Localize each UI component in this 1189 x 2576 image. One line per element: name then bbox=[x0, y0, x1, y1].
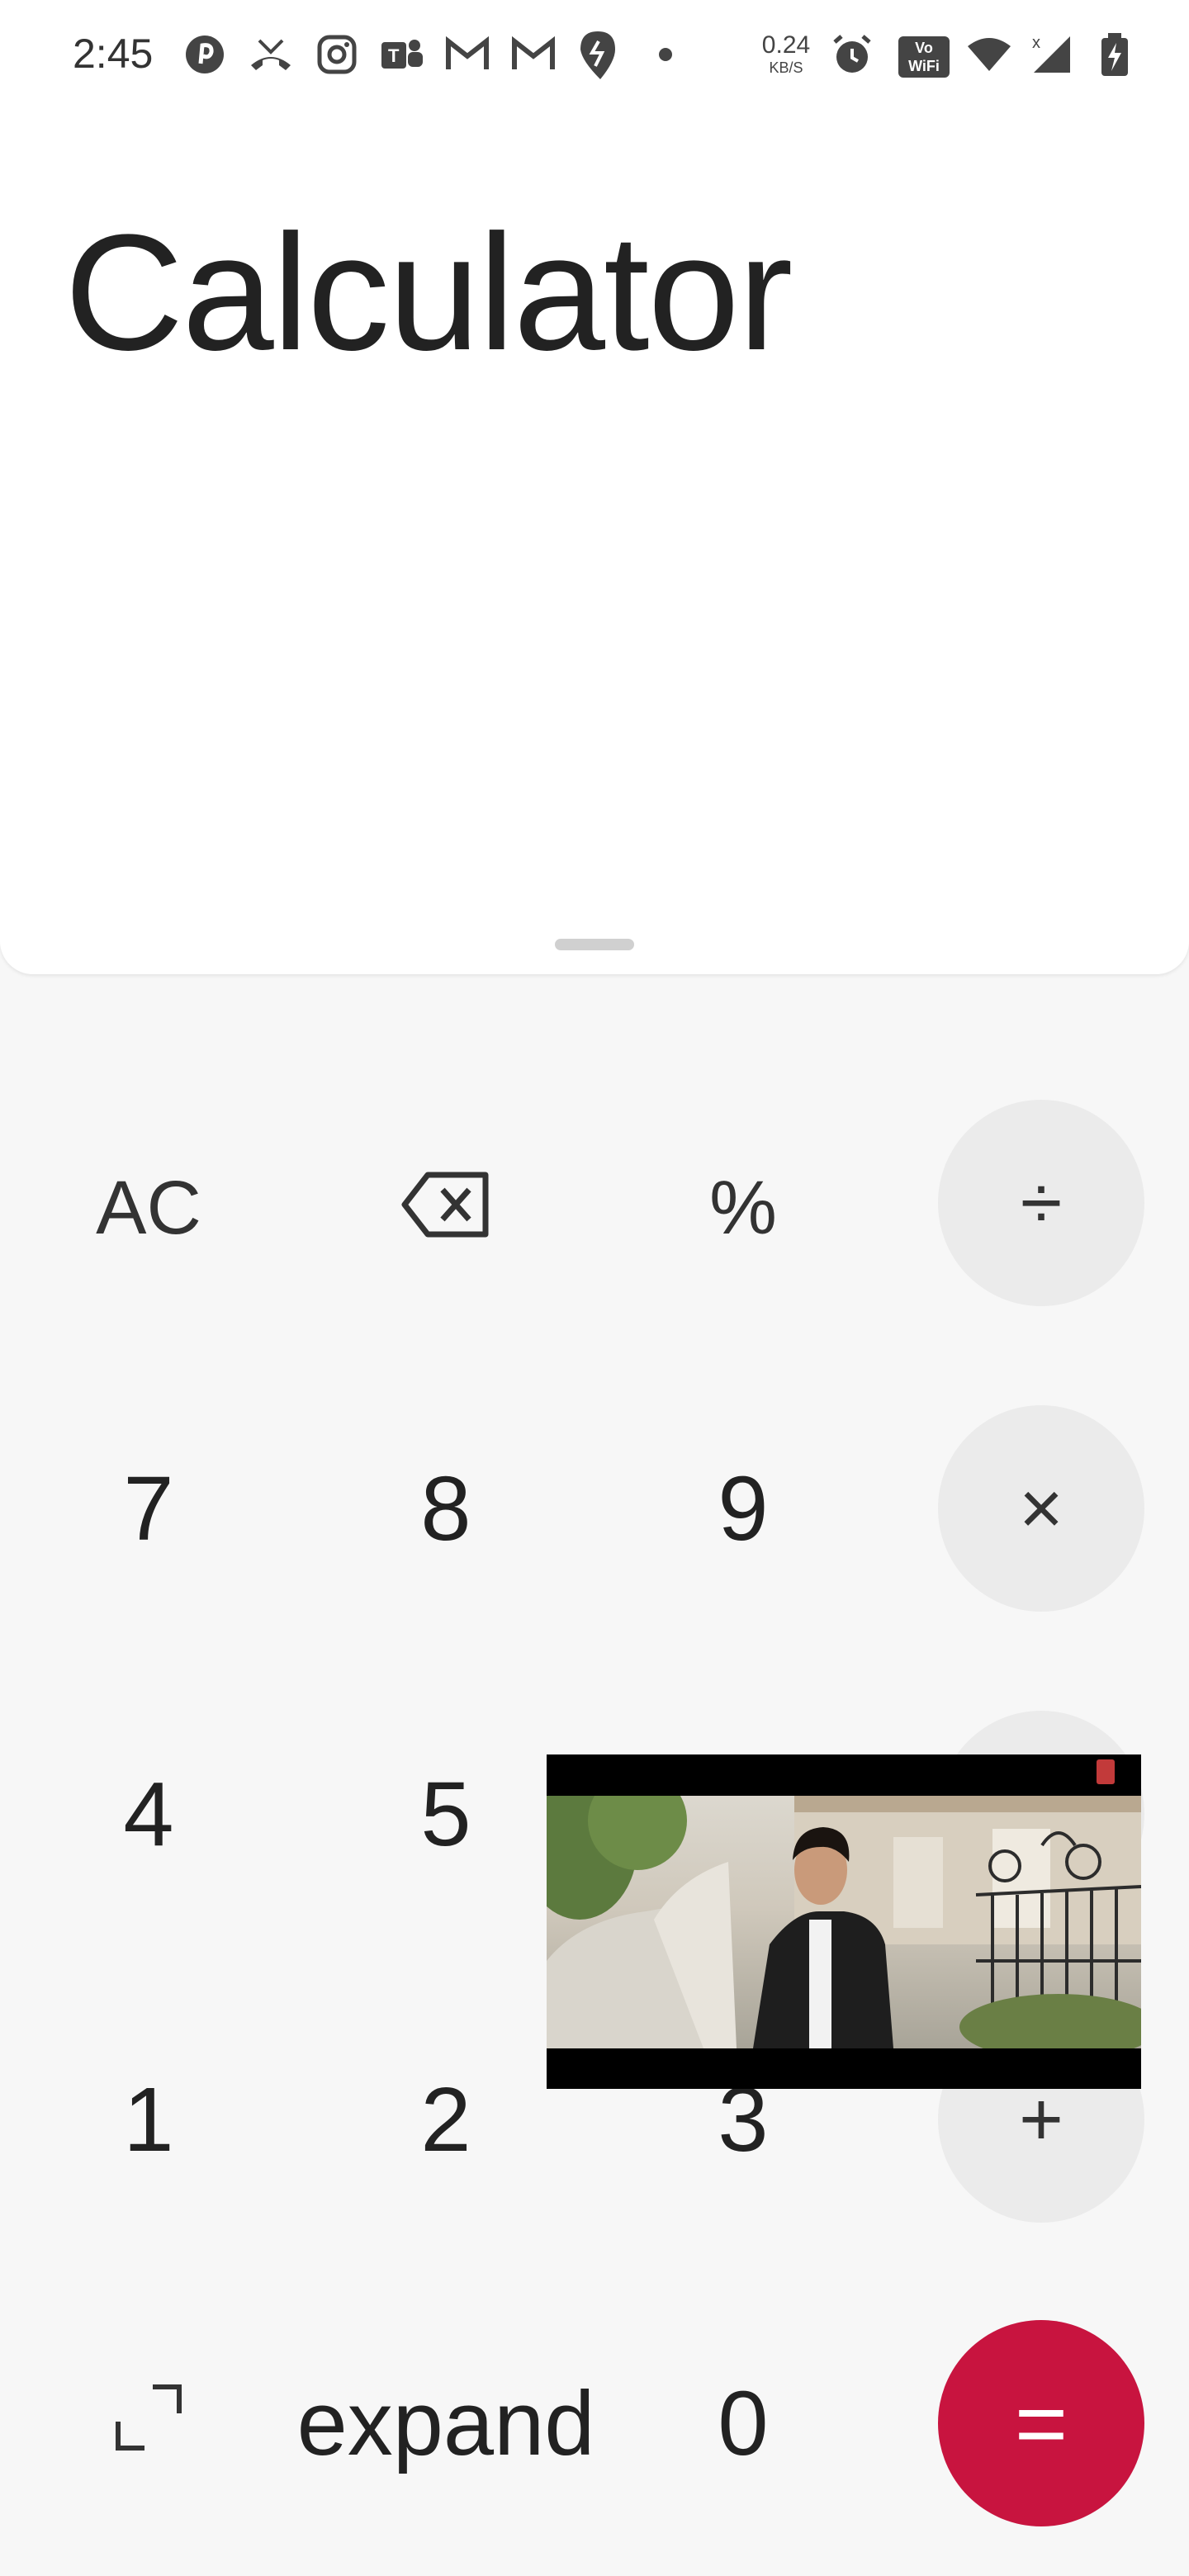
gmail-icon bbox=[444, 31, 490, 78]
alarm-icon bbox=[829, 31, 875, 78]
key-multiply[interactable]: × bbox=[938, 1405, 1144, 1612]
key-decimal[interactable]: 0 bbox=[640, 2320, 846, 2526]
pip-video-window[interactable] bbox=[547, 1754, 1141, 2089]
backspace-icon bbox=[400, 1156, 492, 1261]
display-panel: Calculator bbox=[0, 0, 1189, 974]
net-speed-value: 0.24 bbox=[761, 31, 811, 59]
teams-icon: T bbox=[378, 31, 424, 78]
instagram-icon bbox=[314, 31, 360, 78]
svg-text:T: T bbox=[388, 45, 400, 66]
key-equals[interactable]: = bbox=[938, 2320, 1144, 2526]
wifi-icon bbox=[966, 31, 1012, 78]
display-title: Calculator bbox=[64, 201, 793, 385]
channel-logo bbox=[1097, 1759, 1115, 1784]
key-percent[interactable]: % bbox=[640, 1105, 846, 1311]
expand-icon bbox=[111, 2371, 186, 2476]
key-all-clear[interactable]: AC bbox=[45, 1105, 252, 1311]
key-divide[interactable]: ÷ bbox=[938, 1100, 1144, 1306]
key-7[interactable]: 7 bbox=[45, 1405, 252, 1612]
status-time: 2:45 bbox=[73, 31, 154, 77]
key-backspace[interactable] bbox=[343, 1105, 549, 1311]
net-speed-unit: KB/S bbox=[769, 59, 803, 76]
svg-text:x: x bbox=[1032, 34, 1040, 52]
status-bar: 2:45 T 0.24 KB/S Vo WiFi x bbox=[0, 0, 1189, 116]
network-speed: 0.24 KB/S bbox=[753, 31, 819, 76]
key-0[interactable]: expand bbox=[297, 2320, 595, 2526]
pinterest-icon bbox=[182, 31, 228, 78]
video-frame bbox=[547, 1796, 1141, 2048]
battery-charging-icon bbox=[1092, 31, 1138, 78]
key-2[interactable]: 2 bbox=[343, 2016, 549, 2223]
swiggy-icon bbox=[575, 31, 621, 79]
gmail-icon-2 bbox=[510, 31, 557, 78]
missed-call-icon bbox=[248, 31, 294, 78]
key-9[interactable]: 9 bbox=[640, 1405, 846, 1612]
key-1[interactable]: 1 bbox=[45, 2016, 252, 2223]
key-5[interactable]: 5 bbox=[343, 1711, 549, 1917]
signal-icon: x bbox=[1029, 31, 1075, 78]
volte-wifi-icon: Vo WiFi bbox=[898, 36, 950, 78]
drag-handle[interactable] bbox=[555, 939, 634, 950]
key-4[interactable]: 4 bbox=[45, 1711, 252, 1917]
key-expand[interactable] bbox=[45, 2320, 252, 2526]
key-8[interactable]: 8 bbox=[343, 1405, 549, 1612]
dot-icon bbox=[642, 31, 689, 78]
